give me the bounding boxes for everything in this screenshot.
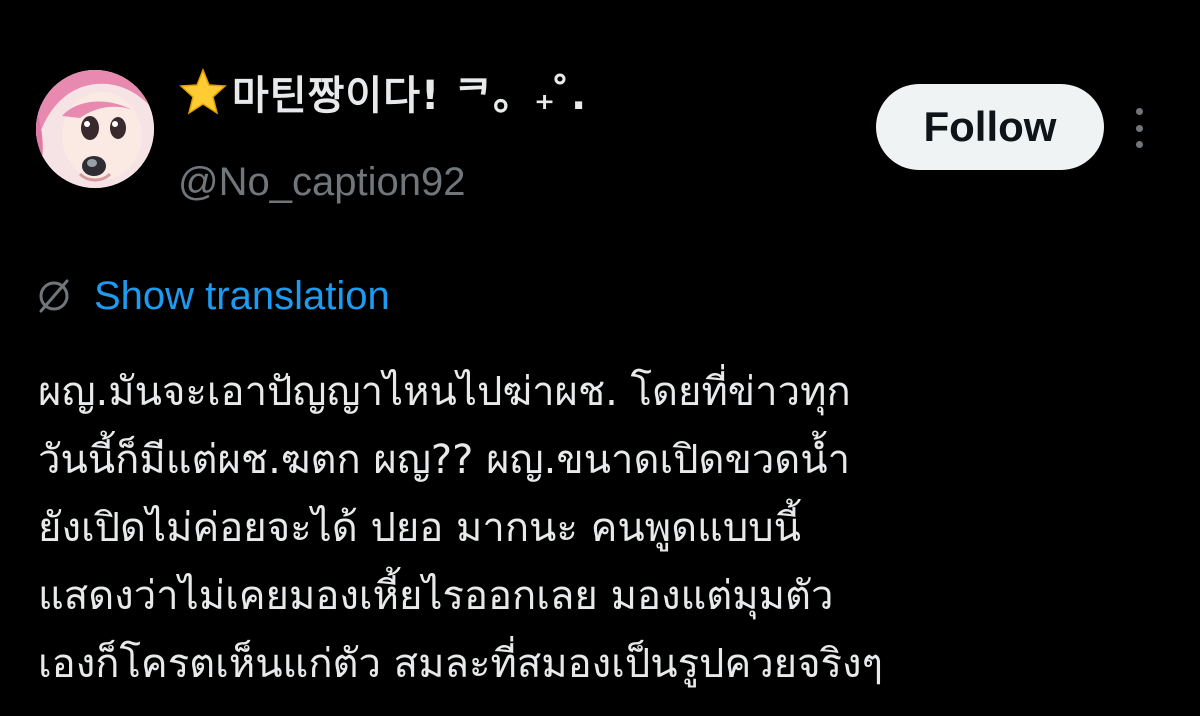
- more-vertical-icon[interactable]: [1124, 104, 1154, 152]
- show-translation[interactable]: Show translation: [36, 268, 390, 324]
- tweet-text-line: แสดงว่าไม่เคยมองเหี้ยไรออกเลย มองแต่มุมต…: [38, 573, 834, 619]
- follow-button[interactable]: Follow: [876, 84, 1104, 170]
- tweet-text-line: เองก็โครตเห็นแก่ตัว สมละที่สมองเป็นรูปคว…: [38, 641, 884, 687]
- display-name[interactable]: 마틴짱이다! ᄏ。₊ ̊.: [178, 62, 587, 122]
- display-name-text: 마틴짱이다! ᄏ。₊ ̊.: [232, 73, 588, 119]
- user-handle[interactable]: @No_caption92: [178, 160, 465, 205]
- tweet-text: ผญ.มันจะเอาปัญญาไหนไปฆ่าผช. โดยที่ข่าวทุ…: [38, 358, 1178, 698]
- tweet-text-line: ยังเปิดไม่ค่อยจะได้ ปยอ มากนะ คนพูดแบบนี…: [38, 505, 801, 551]
- avatar[interactable]: [36, 70, 154, 188]
- more-dot: [1135, 108, 1143, 115]
- tweet-text-line: ผญ.มันจะเอาปัญญาไหนไปฆ่าผช. โดยที่ข่าวทุ…: [38, 369, 851, 415]
- tweet-card: 마틴짱이다! ᄏ。₊ ̊. @No_caption92 Follow Show …: [0, 0, 1200, 716]
- tweet-text-line: วันนี้ก็มีแต่ผช.ฆตก ผญ?? ผญ.ขนาดเปิดขวดน…: [38, 437, 851, 483]
- globe-icon: [39, 279, 69, 313]
- star-icon: [179, 67, 227, 115]
- show-translation-link[interactable]: Show translation: [94, 274, 390, 319]
- more-dot: [1135, 124, 1143, 132]
- more-dot: [1135, 141, 1143, 148]
- avatar-image: [36, 70, 154, 188]
